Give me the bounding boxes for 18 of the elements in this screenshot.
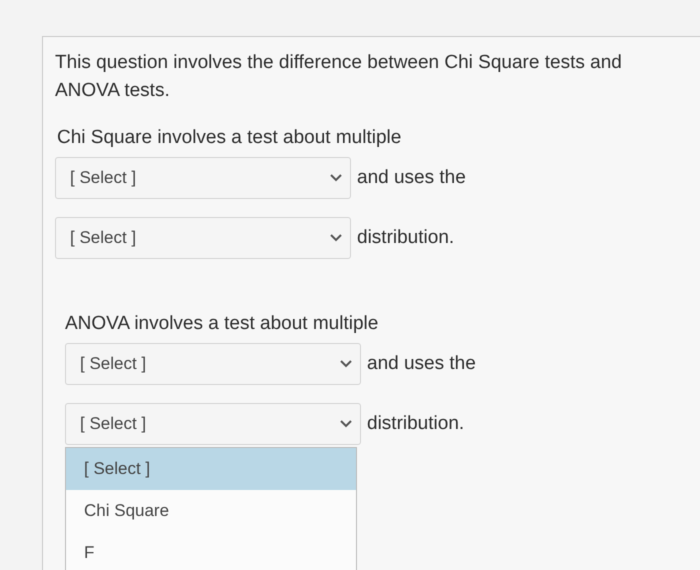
question-text: This question involves the difference between Chi Square tests and ANOVA tests. <box>55 51 623 103</box>
suffix-text: and uses the <box>357 167 466 189</box>
chevron-down-icon <box>340 420 352 428</box>
prompt-text: Chi Square involves a test about multiple <box>57 127 402 149</box>
select-dropdown[interactable]: [ Select ] <box>65 403 361 445</box>
suffix-text: and uses the <box>367 353 476 375</box>
chevron-down-icon <box>340 360 352 368</box>
dropdown-option[interactable]: F <box>66 532 356 570</box>
select-dropdown[interactable]: [ Select ] <box>65 343 361 385</box>
dropdown-option[interactable]: Chi Square <box>66 490 356 532</box>
suffix-text: distribution. <box>367 413 464 435</box>
chevron-down-icon <box>330 234 342 242</box>
select-dropdown[interactable]: [ Select ] <box>55 217 351 259</box>
chevron-down-icon <box>330 174 342 182</box>
dropdown-option[interactable]: [ Select ] <box>66 448 356 490</box>
suffix-text: distribution. <box>357 227 454 249</box>
prompt-text: ANOVA involves a test about multiple <box>65 313 380 335</box>
select-dropdown[interactable]: [ Select ] <box>55 157 351 199</box>
